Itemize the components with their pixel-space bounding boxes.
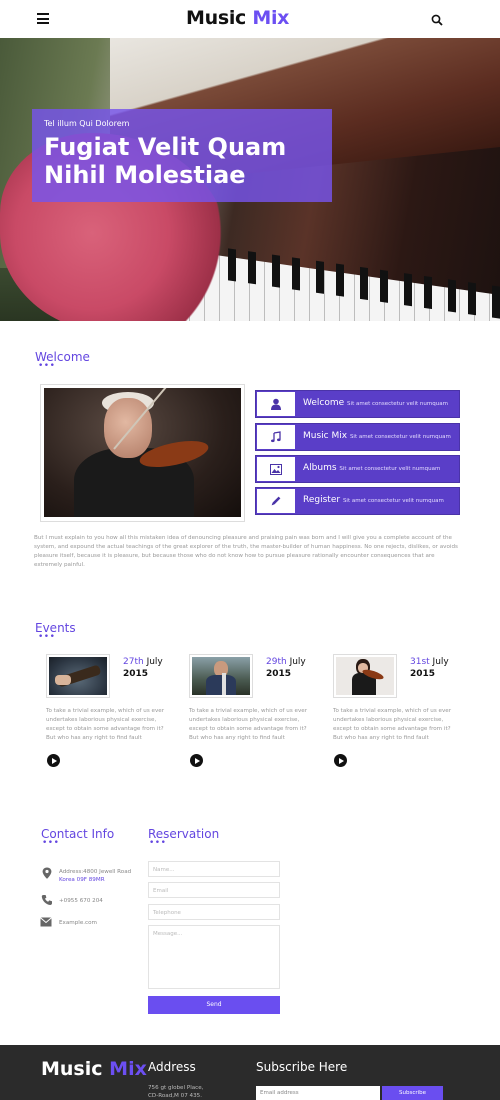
feature-music-mix[interactable]: Music Mix Sit amet consectetur velit num…: [255, 423, 460, 451]
event-description: To take a trivial example, which of us e…: [189, 708, 308, 741]
phone-icon: [41, 895, 52, 905]
feature-label: Register Sit amet consectetur velit numq…: [303, 495, 444, 505]
heading-underline-dots: •••: [38, 361, 56, 371]
play-icon[interactable]: [334, 754, 347, 767]
logo-part2: Mix: [252, 7, 290, 29]
violinist-photo: [44, 388, 241, 517]
welcome-paragraph: But I must explain to you how all this m…: [34, 535, 458, 568]
footer-logo[interactable]: Music Mix: [41, 1058, 147, 1080]
play-icon[interactable]: [47, 754, 60, 767]
search-icon[interactable]: [431, 14, 443, 26]
map-marker-icon: [42, 867, 52, 879]
user-icon: [256, 391, 296, 417]
footer-address-heading: Address: [148, 1060, 196, 1074]
email-input[interactable]: Email: [148, 882, 280, 898]
footer-subscribe-heading: Subscribe Here: [256, 1060, 348, 1074]
event-description: To take a trivial example, which of us e…: [333, 708, 452, 741]
name-input[interactable]: Name...: [148, 861, 280, 877]
subscribe-email-input[interactable]: Email address: [256, 1086, 380, 1100]
telephone-input[interactable]: Telephone: [148, 904, 280, 920]
contact-address: Address:4800 Jewell Road Korea 09F 89MR: [59, 869, 132, 883]
event-photo-guitar[interactable]: [49, 657, 107, 695]
heading-underline-dots: •••: [38, 632, 56, 642]
music-note-icon: [256, 424, 296, 450]
feature-label: Welcome Sit amet consectetur velit numqu…: [303, 398, 448, 408]
feature-albums[interactable]: Albums Sit amet consectetur velit numqua…: [255, 455, 460, 483]
event-photo-boy[interactable]: [192, 657, 250, 695]
hero-title: Fugiat Velit Quam Nihil Molestiae: [44, 133, 287, 189]
heading-underline-dots: •••: [42, 838, 60, 848]
send-button[interactable]: Send: [148, 996, 280, 1014]
event-date: 31st July 2015: [410, 657, 449, 679]
contact-phone: +0955 670 204: [59, 898, 103, 904]
hero-subtitle: Tel illum Qui Dolorem: [44, 119, 130, 128]
feature-label: Albums Sit amet consectetur velit numqua…: [303, 463, 441, 473]
feature-register[interactable]: Register Sit amet consectetur velit numq…: [255, 487, 460, 515]
event-description: To take a trivial example, which of us e…: [46, 708, 165, 741]
envelope-icon: [40, 917, 52, 927]
message-textarea[interactable]: Message...: [148, 925, 280, 989]
menu-icon[interactable]: [37, 13, 49, 24]
site-logo[interactable]: Music Mix: [186, 7, 289, 29]
feature-welcome[interactable]: Welcome Sit amet consectetur velit numqu…: [255, 390, 460, 418]
subscribe-button[interactable]: Subscribe: [382, 1086, 443, 1100]
footer-address: 756 gt globel Place, CD-Road,M 07 435.: [148, 1085, 204, 1099]
heading-underline-dots: •••: [149, 838, 167, 848]
pencil-icon: [256, 488, 296, 514]
event-date: 29th July 2015: [266, 657, 306, 679]
logo-part1: Music: [186, 7, 247, 29]
site-header: Music Mix: [0, 0, 500, 38]
event-photo-violinist[interactable]: [336, 657, 394, 695]
event-date: 27th July 2015: [123, 657, 163, 679]
feature-label: Music Mix Sit amet consectetur velit num…: [303, 431, 451, 441]
play-icon[interactable]: [190, 754, 203, 767]
image-icon: [256, 456, 296, 482]
contact-email[interactable]: Example.com: [59, 919, 97, 927]
